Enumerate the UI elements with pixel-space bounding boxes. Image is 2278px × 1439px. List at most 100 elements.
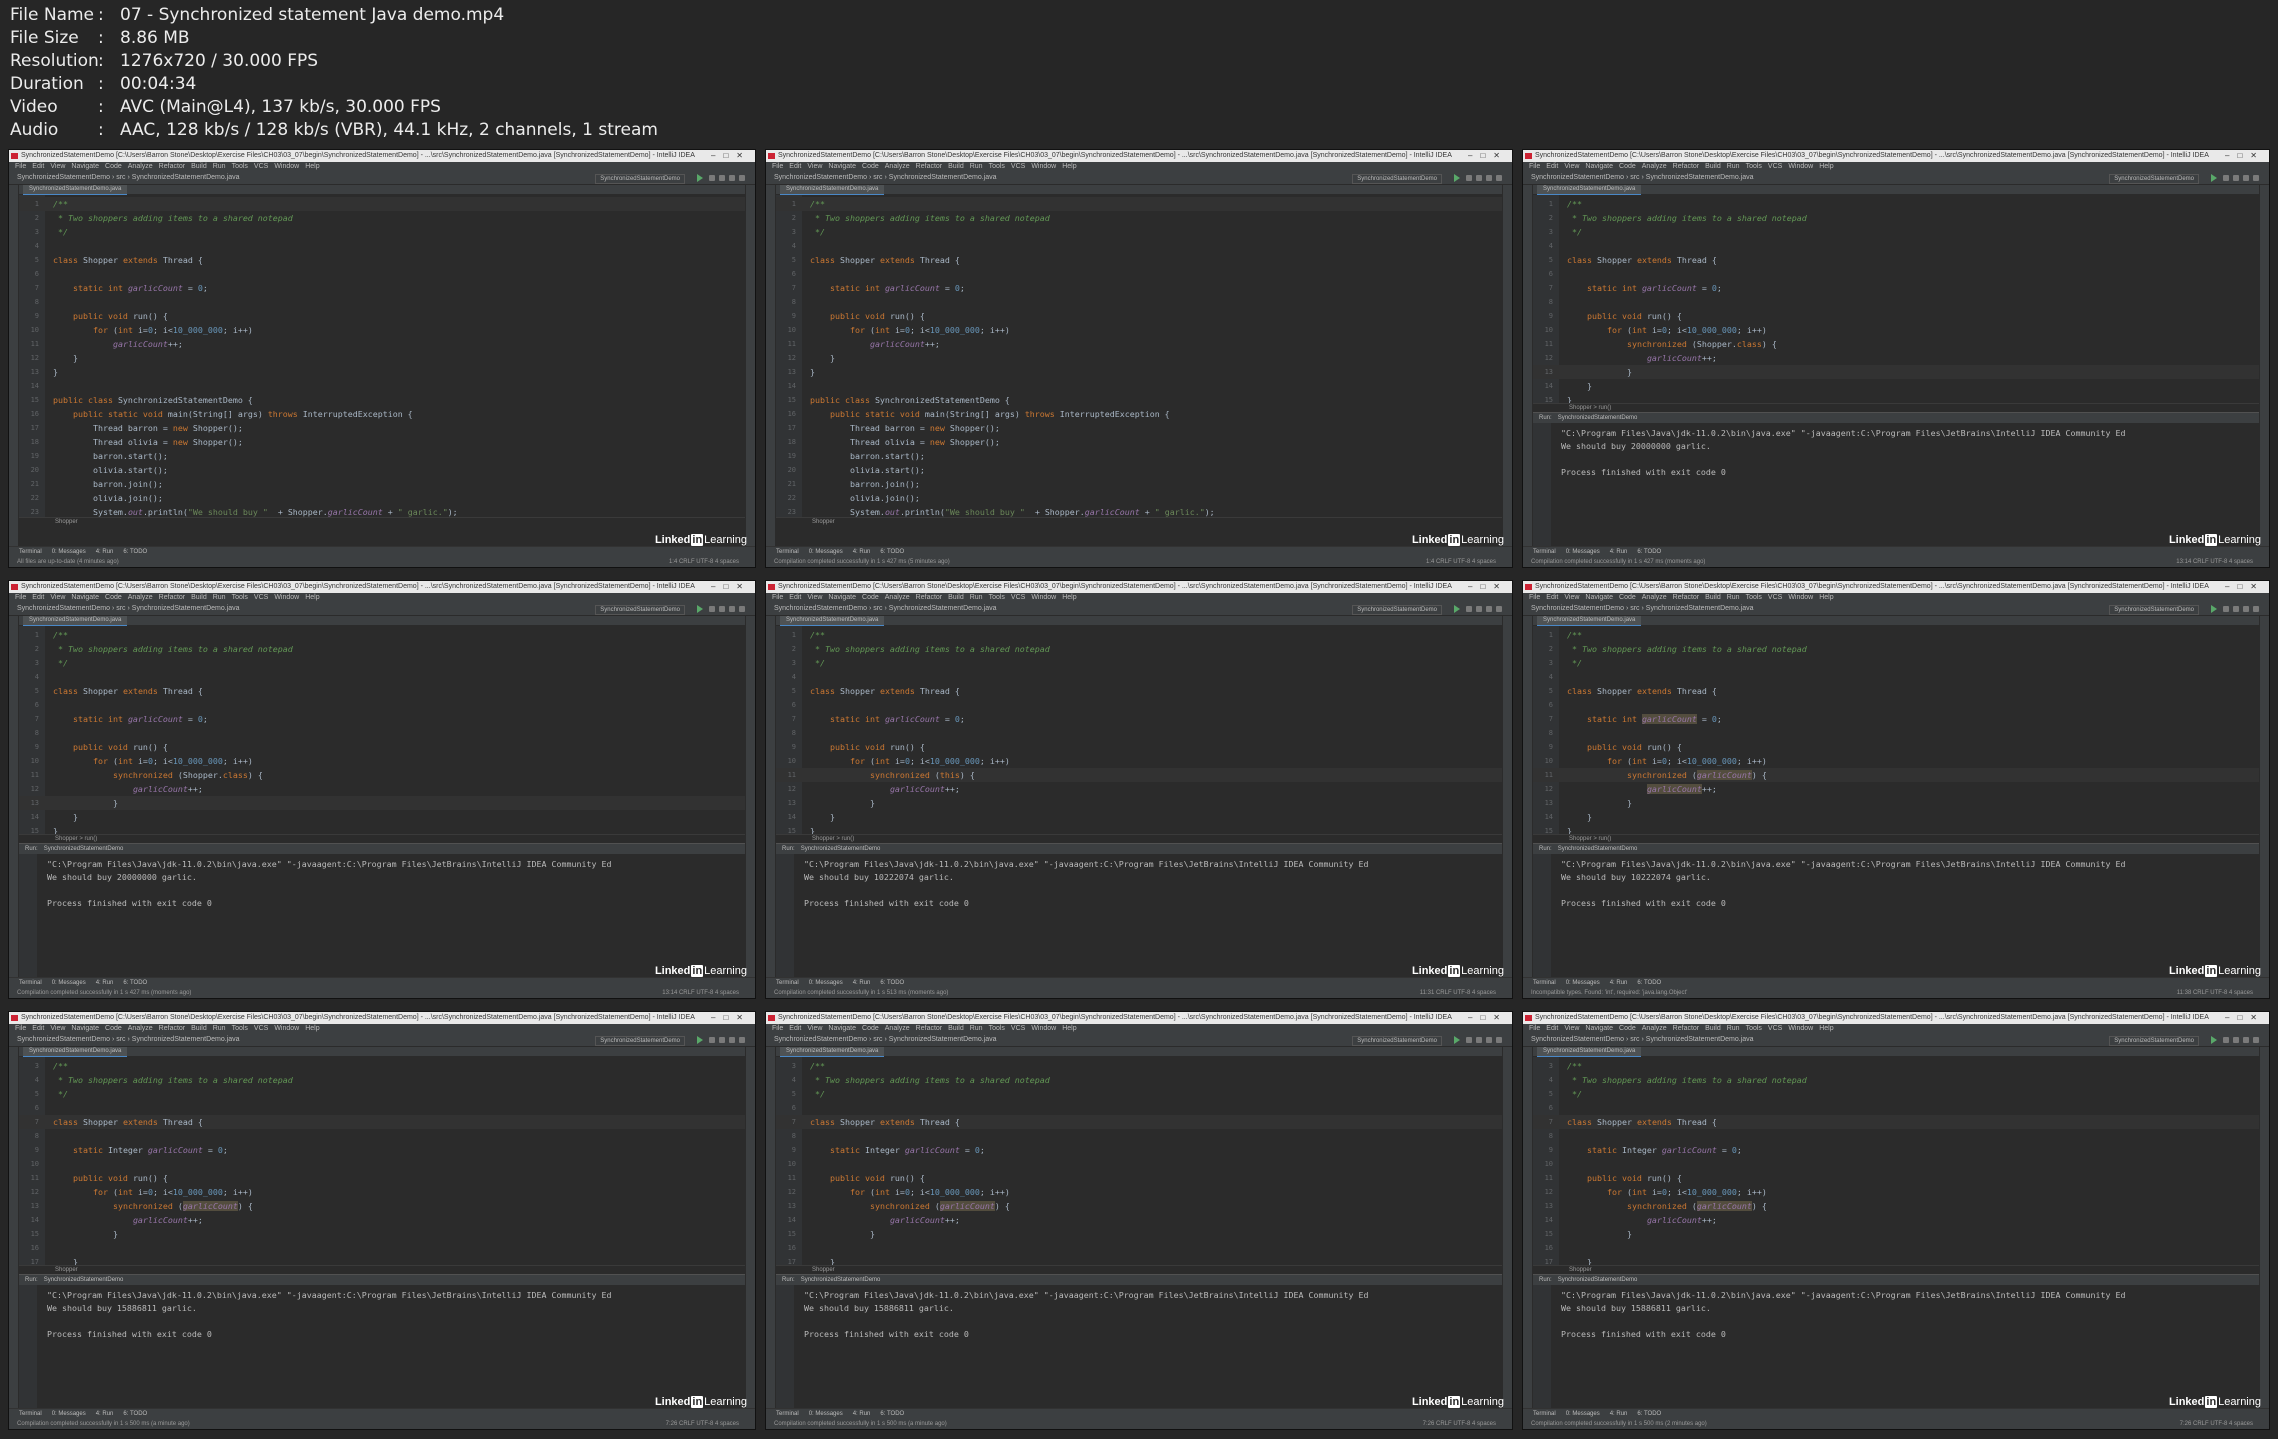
run-configuration-select[interactable]: SynchronizedStatementDemo [2109,605,2199,615]
code-line[interactable]: 19 barron.start(); [776,449,1502,463]
code-line[interactable]: 15} [776,824,1502,834]
stop-icon[interactable] [1486,1037,1492,1043]
tool-window-button[interactable]: 4: Run [1610,549,1628,555]
menu-item-code[interactable]: Code [105,594,122,601]
code-line[interactable]: 3 /** [19,1059,745,1073]
code-line[interactable]: 13} [19,365,745,379]
search-icon[interactable] [1496,1037,1502,1043]
menu-item-run[interactable]: Run [1727,1025,1740,1032]
menu-item-file[interactable]: File [1529,1025,1540,1032]
code-editor[interactable]: 1 /** 2 * Two shoppers adding items to a s… [19,195,745,517]
menu-item-view[interactable]: View [1564,1025,1579,1032]
breadcrumb-file[interactable]: SynchronizedStatementDemo.java [1646,605,1754,612]
code-line[interactable]: 6 [19,698,745,712]
code-line[interactable]: 13 } [776,796,1502,810]
code-line[interactable]: 5 class Shopper extends Thread { [19,253,745,267]
coverage-icon[interactable] [1476,175,1482,181]
code-line[interactable]: 8 [19,726,745,740]
code-line[interactable]: 11 synchronized (this) { [776,768,1502,782]
run-tab[interactable]: SynchronizedStatementDemo [44,1277,124,1283]
menu-item-navigate[interactable]: Navigate [1585,1025,1613,1032]
code-line[interactable]: 10 for (int i=0; i<10_000_000; i++) [19,754,745,768]
menu-item-view[interactable]: View [50,1025,65,1032]
menu-item-refactor[interactable]: Refactor [1673,594,1699,601]
tool-window-button[interactable]: 0: Messages [1566,1411,1600,1417]
code-line[interactable]: 11 synchronized (Shopper.class) { [19,768,745,782]
code-line[interactable]: 9 public void run() { [776,309,1502,323]
breadcrumb-project[interactable]: SynchronizedStatementDemo [17,1036,110,1043]
breadcrumb-file[interactable]: SynchronizedStatementDemo.java [1646,174,1754,181]
run-tab[interactable]: SynchronizedStatementDemo [801,846,881,852]
code-line[interactable]: 20 olivia.start(); [776,463,1502,477]
code-line[interactable]: 3 */ [1533,225,2259,239]
code-line[interactable]: 8 [19,1129,745,1143]
code-line[interactable]: 15 public class SynchronizedStatementDemo… [19,393,745,407]
breadcrumb-file[interactable]: SynchronizedStatementDemo.java [889,1036,997,1043]
menu-item-help[interactable]: Help [305,1025,319,1032]
code-line[interactable]: 4 [19,239,745,253]
breadcrumb-file[interactable]: SynchronizedStatementDemo.java [132,605,240,612]
code-line[interactable]: 6 [1533,1101,2259,1115]
code-line[interactable]: 23 System.out.println("We should buy " +… [19,505,745,517]
menu-item-file[interactable]: File [15,594,26,601]
menu-item-navigate[interactable]: Navigate [1585,163,1613,170]
run-icon[interactable] [697,1036,703,1044]
code-line[interactable]: 8 [19,295,745,309]
menu-item-vcs[interactable]: VCS [254,163,268,170]
search-icon[interactable] [2253,606,2259,612]
code-line[interactable]: 2 * Two shoppers adding items to a share… [776,642,1502,656]
menu-item-tools[interactable]: Tools [989,1025,1005,1032]
debug-icon[interactable] [2223,1037,2229,1043]
code-line[interactable]: 7 static int garlicCount = 0; [19,281,745,295]
code-line[interactable]: 5 class Shopper extends Thread { [776,684,1502,698]
code-line[interactable]: 5 */ [19,1087,745,1101]
code-line[interactable]: 6 [1533,267,2259,281]
run-icon[interactable] [2211,1036,2217,1044]
code-line[interactable]: 17 } [776,1255,1502,1265]
code-line[interactable]: 9 static Integer garlicCount = 0; [19,1143,745,1157]
stop-icon[interactable] [729,175,735,181]
structure-breadcrumb[interactable]: Shopper [776,1265,1502,1273]
window-controls[interactable]: –□✕ [1468,581,1508,593]
debug-icon[interactable] [1466,1037,1472,1043]
tool-window-button[interactable]: 4: Run [853,980,871,986]
menu-item-run[interactable]: Run [213,1025,226,1032]
code-line[interactable]: 17 Thread barron = new Shopper(); [19,421,745,435]
run-toolbar[interactable] [19,1285,37,1408]
tool-window-button[interactable]: 4: Run [96,549,114,555]
code-editor[interactable]: 1 /** 2 * Two shoppers adding items to a s… [776,195,1502,517]
menu-item-window[interactable]: Window [1031,594,1056,601]
menu-item-help[interactable]: Help [1062,594,1076,601]
breadcrumb-project[interactable]: SynchronizedStatementDemo [774,605,867,612]
breadcrumb-file[interactable]: SynchronizedStatementDemo.java [132,174,240,181]
window-controls[interactable]: –□✕ [2225,150,2265,162]
tool-window-button[interactable]: Terminal [776,980,799,986]
code-editor[interactable]: 3 /** 4 * Two shoppers adding items to a s… [776,1057,1502,1265]
code-line[interactable]: 7 static int garlicCount = 0; [1533,281,2259,295]
tool-window-button[interactable]: 6: TODO [880,1411,904,1417]
project-breadcrumb[interactable]: SynchronizedStatementDemo › src › Synchr… [1531,1034,1754,1046]
menu-item-analyze[interactable]: Analyze [128,1025,153,1032]
menu-item-run[interactable]: Run [970,163,983,170]
window-controls[interactable]: –□✕ [711,150,751,162]
tool-window-button[interactable]: 0: Messages [52,1411,86,1417]
code-line[interactable]: 10 for (int i=0; i<10_000_000; i++) [19,323,745,337]
menu-item-edit[interactable]: Edit [32,163,44,170]
menu-item-view[interactable]: View [807,594,822,601]
breadcrumb-project[interactable]: SynchronizedStatementDemo [17,605,110,612]
menu-item-tools[interactable]: Tools [232,1025,248,1032]
structure-breadcrumb[interactable]: Shopper > run() [19,834,745,842]
code-line[interactable]: 8 [1533,295,2259,309]
run-toolbar[interactable] [1533,423,1551,546]
code-line[interactable]: 19 barron.start(); [19,449,745,463]
menu-item-build[interactable]: Build [1705,163,1721,170]
menu-item-analyze[interactable]: Analyze [128,594,153,601]
debug-icon[interactable] [709,175,715,181]
code-line[interactable]: 16 [776,1241,1502,1255]
tool-window-button[interactable]: 0: Messages [52,549,86,555]
debug-icon[interactable] [2223,606,2229,612]
tool-window-button[interactable]: 4: Run [96,1411,114,1417]
stop-icon[interactable] [1486,606,1492,612]
menu-item-code[interactable]: Code [862,163,879,170]
run-toolbar[interactable] [1533,854,1551,977]
